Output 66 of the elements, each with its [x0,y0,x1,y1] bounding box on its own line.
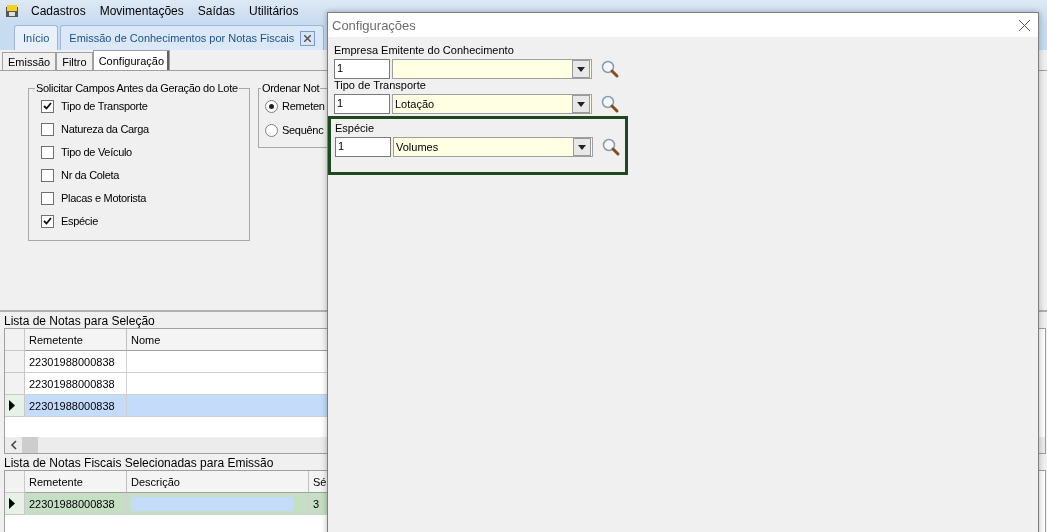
table-cell: 22301988000838 [25,395,127,417]
row-header[interactable] [5,493,25,515]
field-label: Tipo de Transporte [334,79,427,93]
checkmark-icon [43,217,52,225]
checkbox-label[interactable]: Placas e Motorista [61,192,147,204]
column-header[interactable]: Descrição [127,471,309,493]
table-cell: 22301988000838 [25,351,127,373]
checkbox[interactable] [41,122,54,136]
section-title: Lista de Notas para Seleção [4,314,156,328]
app-logo-icon [4,3,20,19]
radio-button[interactable] [265,123,278,137]
table-cell: 22301988000838 [25,493,127,515]
dropdown[interactable]: Lotação [392,94,592,114]
checkbox-label[interactable]: Nr da Coleta [61,169,120,181]
code-field[interactable]: 1 [335,137,391,157]
menu-item[interactable]: Cadastros [24,4,93,18]
caret-icon [577,101,585,107]
document-tab[interactable]: Início [14,25,59,50]
checkbox-label[interactable]: Espécie [61,215,99,227]
table-cell: 22301988000838 [25,373,127,395]
search-icon[interactable] [601,137,621,157]
radio-button[interactable] [265,99,278,113]
menu-item[interactable]: Utilitários [242,4,306,18]
tab[interactable]: Emissão [2,52,57,70]
field-label: Espécie [335,122,376,136]
close-icon[interactable] [1019,19,1030,31]
search-icon[interactable] [600,59,620,79]
radio-label[interactable]: Remeten [282,100,325,112]
checkbox[interactable] [41,191,54,205]
checkbox[interactable] [41,214,54,228]
menu-item[interactable]: Saídas [190,4,243,18]
section-title: Lista de Notas Fiscais Selecionadas para Emissão [4,456,275,470]
dropdown[interactable]: Volumes [393,137,593,157]
document-tab[interactable]: Emissão de Conhecimentos por Notas Fiscais [60,25,325,50]
code-field[interactable]: 1 [334,59,390,79]
group-title: Ordenar Not [261,82,321,94]
checkbox-label[interactable]: Natureza da Carga [61,123,149,135]
column-header[interactable]: Remetente [25,329,127,351]
close-tab-button[interactable] [300,30,316,46]
caret-icon [578,144,586,150]
scroll-thumb[interactable] [22,437,38,453]
close-icon [304,34,312,42]
row-header [5,329,25,351]
column-header[interactable]: Remetente [25,471,127,493]
checkbox[interactable] [41,168,54,182]
group-title: Solicitar Campos Antes da Geração do Lote [35,82,239,94]
field-label: Empresa Emitente do Conhecimento [334,44,515,58]
tab[interactable]: Filtro [56,52,93,70]
radio-label[interactable]: Sequênc [282,124,324,136]
search-icon[interactable] [600,94,620,114]
checkbox[interactable] [41,99,54,113]
dialog-title: Configurações [332,17,416,33]
menu-item[interactable]: Movimentações [92,4,191,18]
caret-icon [577,66,585,72]
row-header [5,471,25,493]
checkmark-icon [43,102,52,110]
checkbox-label[interactable]: Tipo de Veículo [61,146,132,158]
code-field[interactable]: 1 [334,94,390,114]
row-header[interactable] [5,395,25,417]
row-pointer-icon [9,400,15,411]
checkbox-label[interactable]: Tipo de Transporte [61,100,148,112]
dropdown[interactable] [392,59,592,79]
row-pointer-icon [9,498,15,509]
checkbox[interactable] [41,145,54,159]
scroll-left-icon[interactable] [10,440,18,450]
tab[interactable]: Configuração [92,50,171,70]
